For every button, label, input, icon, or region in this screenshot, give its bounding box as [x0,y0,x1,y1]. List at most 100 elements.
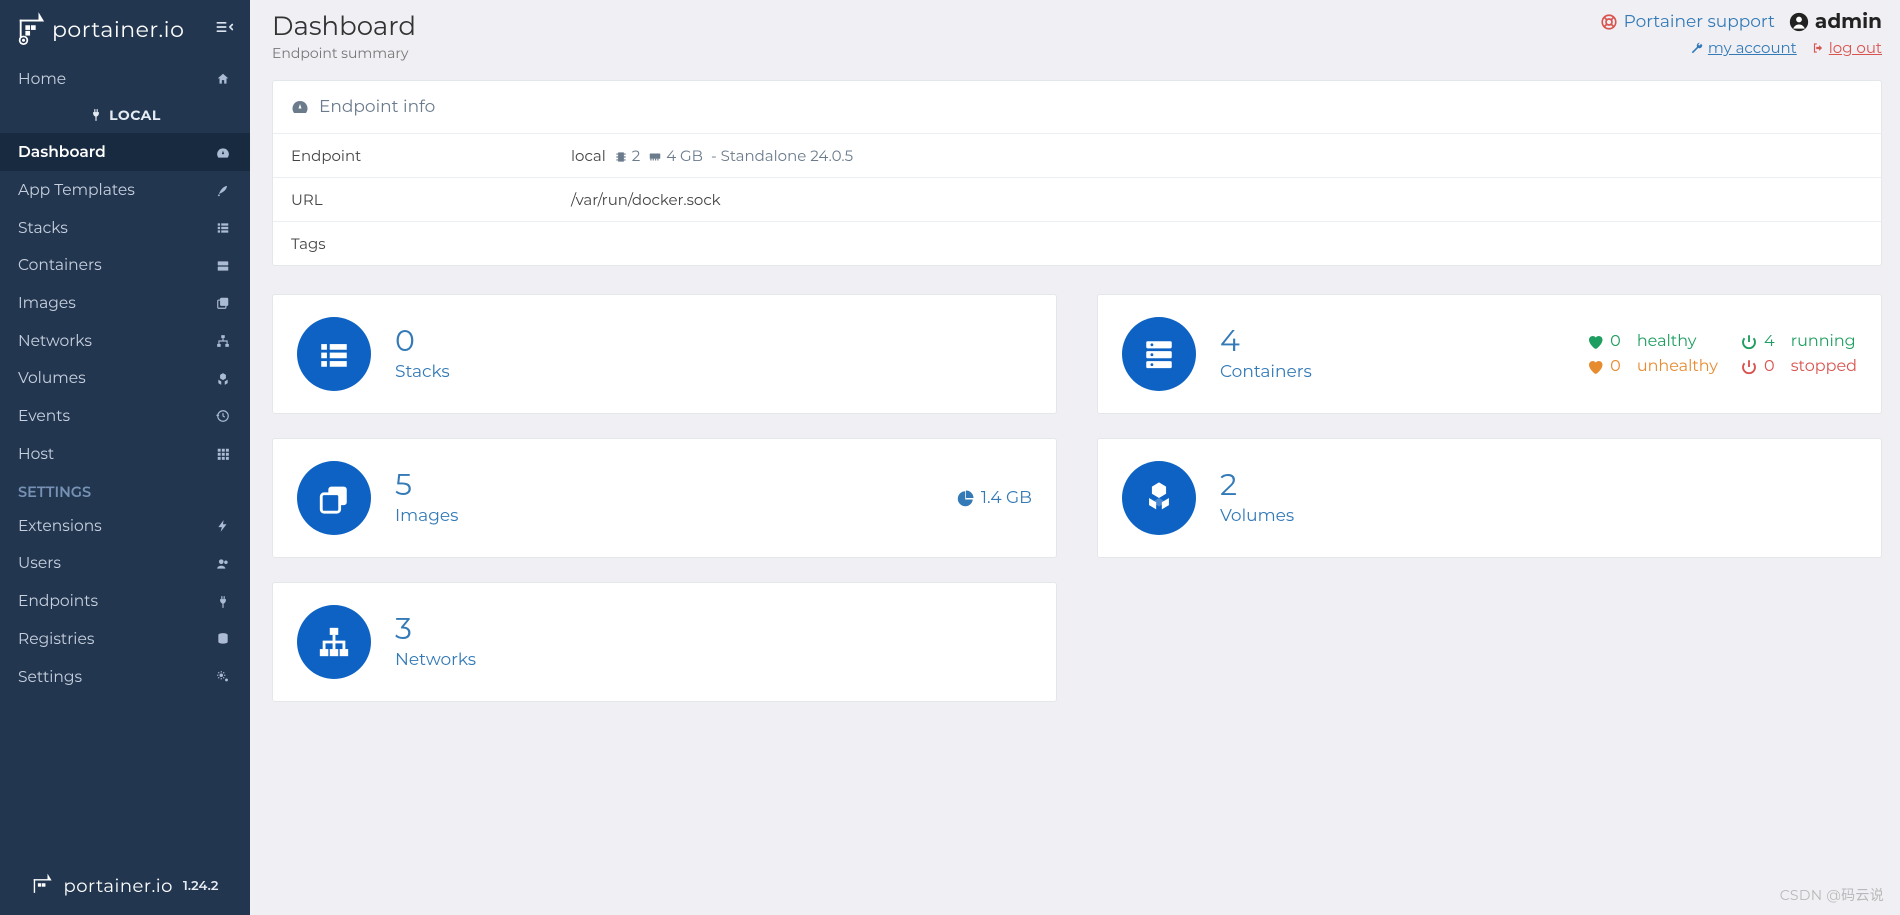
networks-icon [297,605,371,679]
nav-label: LOCAL [109,106,161,126]
rocket-icon [214,180,232,200]
row-key: Endpoint [273,134,553,177]
nav-label: Networks [18,330,92,352]
status-healthy: 0 healthy [1586,332,1718,351]
page-title: Dashboard [272,10,416,42]
my-account-label: my account [1708,38,1797,57]
nav-label: Events [18,405,70,427]
sidebar-item-home[interactable]: Home [0,60,250,98]
stat-n: 0 [1610,357,1621,376]
nav-label: Users [18,552,61,574]
cpu-count: 2 [632,146,641,165]
panel-title: Endpoint info [319,97,435,117]
sidebar-settings-header: SETTINGS [0,472,250,506]
nav-label: Settings [18,666,82,688]
sidebar-item-volumes[interactable]: Volumes [0,359,250,397]
sidebar-item-events[interactable]: Events [0,397,250,435]
sidebar-item-images[interactable]: Images [0,284,250,322]
tile-networks[interactable]: 3 Networks [272,582,1057,702]
sidebar-item-containers[interactable]: Containers [0,246,250,284]
clone-icon [214,293,232,313]
history-icon [214,406,232,426]
tiles-col-left: 0 Stacks 5 Images 1.4 GB [272,294,1057,702]
sidebar-item-settings[interactable]: Settings [0,658,250,696]
sidebar-footer: portainer.io 1.24.2 [0,859,250,915]
sidebar-collapse-icon[interactable] [214,17,234,42]
url-row: URL /var/run/docker.sock [273,178,1881,222]
tile-label: Containers [1220,362,1312,382]
sidebar-header: portainer.io [0,0,250,60]
topbar-line1: Portainer support admin [1600,10,1882,34]
sidebar-item-registries[interactable]: Registries [0,620,250,658]
tile-count: 2 [1220,470,1294,500]
my-account-link[interactable]: my account [1690,38,1797,57]
status-running: 4 running [1740,332,1857,351]
logout-link[interactable]: log out [1811,38,1882,57]
sidebar-item-app-templates[interactable]: App Templates [0,171,250,209]
database-icon [214,629,232,649]
brand-text: portainer.io [52,16,184,43]
page-subtitle: Endpoint summary [272,44,416,62]
sidebar: portainer.io Home LOCAL Dashboard App Te… [0,0,250,915]
sidebar-item-users[interactable]: Users [0,544,250,582]
memory-icon [648,150,662,164]
nav-label: Volumes [18,367,86,389]
tile-count: 3 [395,614,476,644]
tile-stacks[interactable]: 0 Stacks [272,294,1057,414]
wrench-icon [1690,41,1704,55]
images-icon [297,461,371,535]
memory-info: 4 GB [648,146,703,165]
tile-label: Networks [395,650,476,670]
nav-label: Dashboard [18,141,106,163]
stat-t: running [1791,332,1856,351]
sidebar-item-stacks[interactable]: Stacks [0,209,250,247]
sidebar-item-dashboard[interactable]: Dashboard [0,133,250,171]
footer-brand: portainer.io [63,875,172,897]
tiles-col-right: 4 Containers 0 healthy 4 running 0 unhea… [1097,294,1882,558]
user-name: admin [1815,10,1882,34]
sidebar-item-networks[interactable]: Networks [0,322,250,360]
logout-label: log out [1829,38,1882,57]
tags-row: Tags [273,222,1881,265]
sidebar-item-endpoints[interactable]: Endpoints [0,582,250,620]
plug-icon [214,591,232,611]
endpoint-info-panel: Endpoint info Endpoint local 2 4 GB - St… [272,80,1882,266]
nav-label: SETTINGS [18,482,91,502]
power-icon [1740,358,1758,376]
support-link[interactable]: Portainer support [1600,12,1775,32]
th-icon [214,444,232,464]
brand[interactable]: portainer.io [16,12,184,46]
row-key: Tags [273,222,553,265]
tile-images[interactable]: 5 Images 1.4 GB [272,438,1057,558]
row-val [553,222,1881,265]
version-label: 1.24.2 [183,878,219,894]
stat-t: stopped [1791,357,1857,376]
power-icon [1740,333,1758,351]
cubes-icon [214,368,232,388]
sidebar-item-extensions[interactable]: Extensions [0,507,250,545]
bolt-icon [214,516,232,536]
status-stopped: 0 stopped [1740,357,1857,376]
nav-label: Extensions [18,515,102,537]
page-heading: Dashboard Endpoint summary [272,10,416,62]
tile-containers[interactable]: 4 Containers 0 healthy 4 running 0 unhea… [1097,294,1882,414]
heartbeat-icon [1586,333,1604,351]
stat-n: 0 [1764,357,1775,376]
row-val: local 2 4 GB - Standalone 24.0.5 [553,134,1881,177]
tile-volumes[interactable]: 2 Volumes [1097,438,1882,558]
nav-label: Home [18,68,66,90]
stat-n: 4 [1764,332,1775,351]
users-icon [214,554,232,574]
sidebar-nav: Home LOCAL Dashboard App Templates Stack… [0,60,250,695]
topbar-right: Portainer support admin my account log o… [1600,10,1882,57]
status-unhealthy: 0 unhealthy [1586,357,1718,376]
sidebar-item-host[interactable]: Host [0,435,250,473]
tile-count: 0 [395,326,450,356]
row-key: URL [273,178,553,221]
dashboard-tiles: 0 Stacks 5 Images 1.4 GB [272,294,1882,702]
home-icon [214,69,232,89]
memory-size: 4 GB [666,146,703,165]
user-chip[interactable]: admin [1789,10,1882,34]
mode-info: - Standalone 24.0.5 [711,146,853,165]
sidebar-section-local: LOCAL [0,98,250,134]
